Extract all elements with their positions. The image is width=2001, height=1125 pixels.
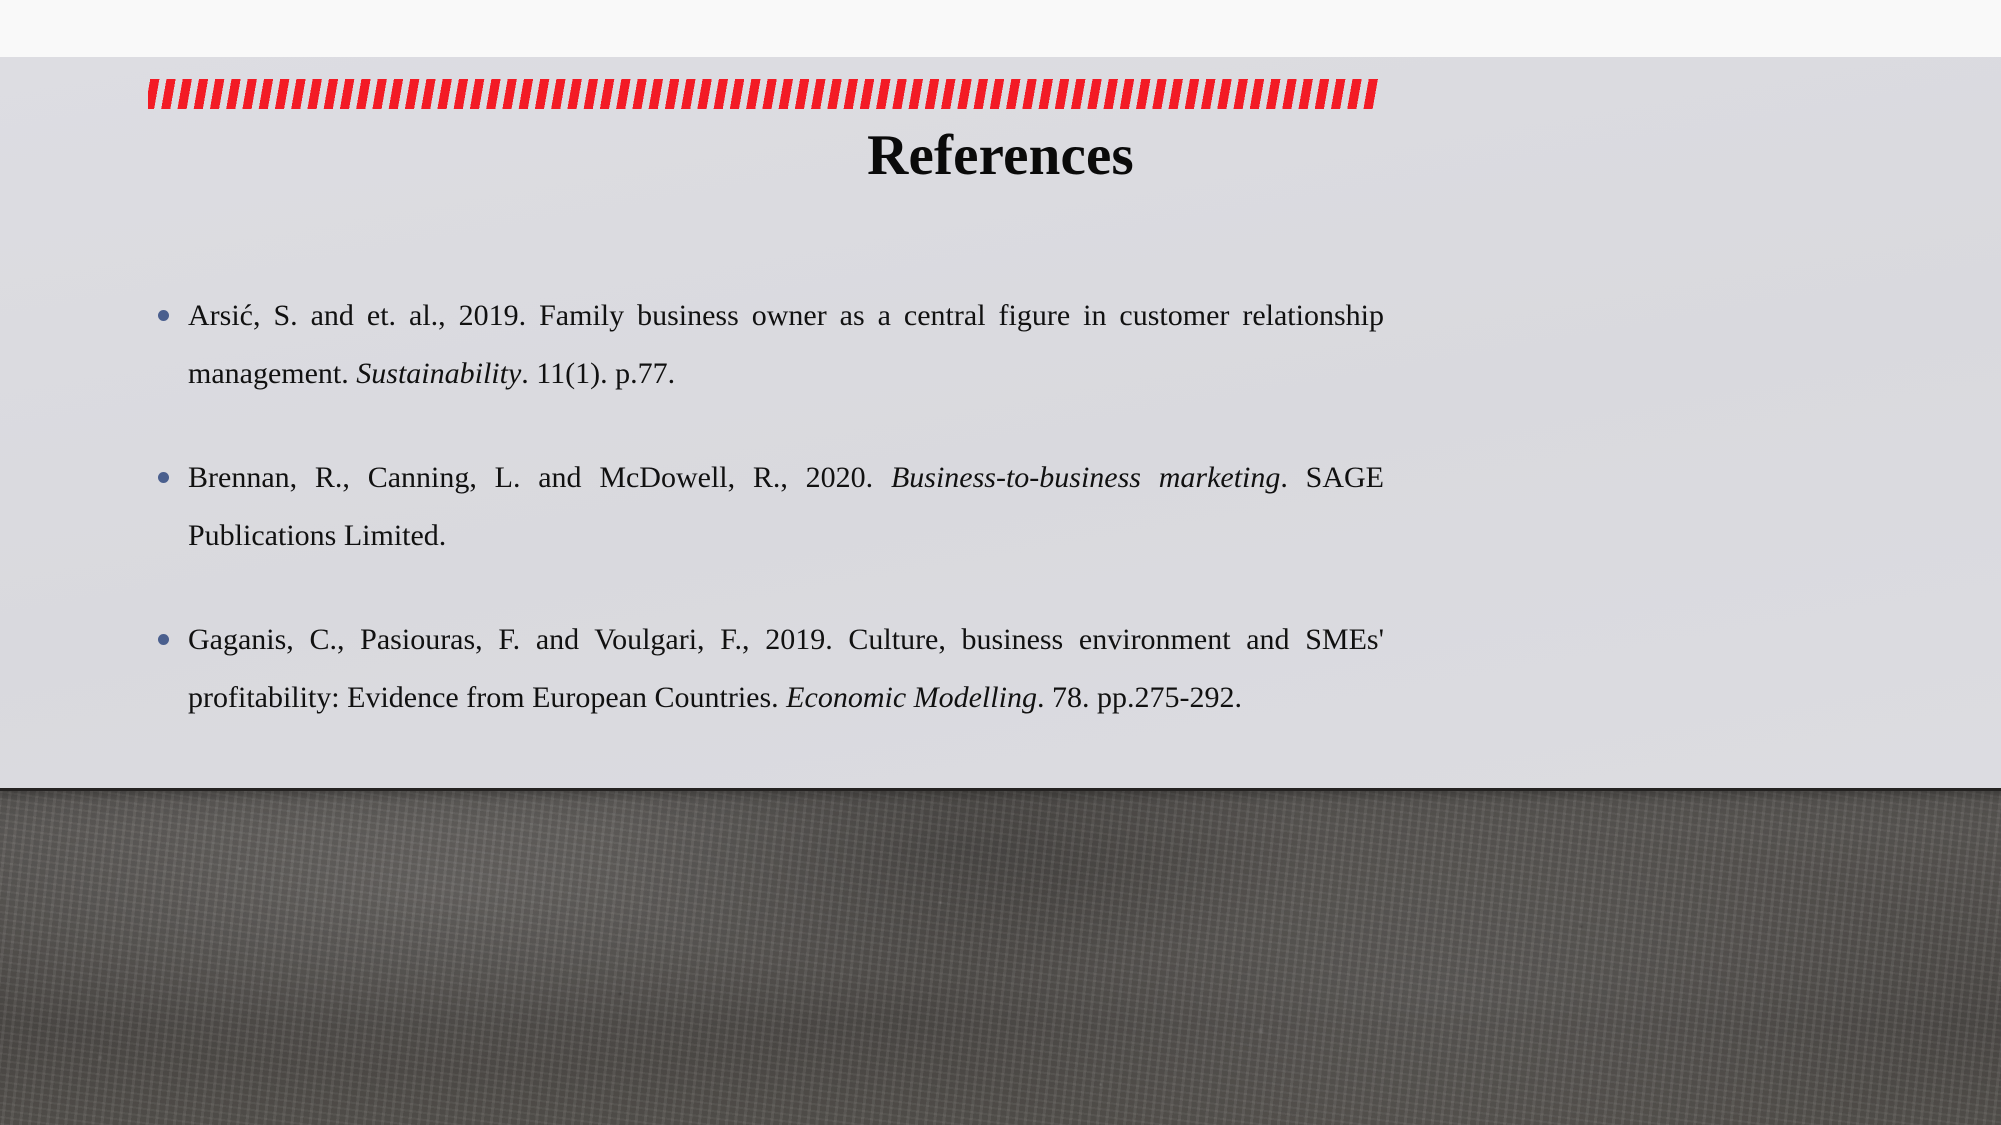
list-item: Arsić, S. and et. al., 2019. Family busi… (148, 287, 1384, 403)
footer-speckle-texture (0, 788, 2001, 1125)
references-list: Arsić, S. and et. al., 2019. Family busi… (148, 287, 1384, 727)
reference-text: Brennan, R., Canning, L. and McDowell, R… (188, 461, 1384, 552)
red-stripe-pattern (148, 79, 1380, 109)
list-item: Gaganis, C., Pasiouras, F. and Voulgari,… (148, 611, 1384, 727)
top-white-band (0, 0, 2001, 57)
reference-text: Gaganis, C., Pasiouras, F. and Voulgari,… (188, 623, 1384, 714)
list-item: Brennan, R., Canning, L. and McDowell, R… (148, 449, 1384, 565)
footer-texture-band (0, 788, 2001, 1125)
slide-screen: References Arsić, S. and et. al., 2019. … (0, 0, 2001, 1125)
slide-body: References Arsić, S. and et. al., 2019. … (0, 57, 2001, 788)
page-title: References (867, 124, 1134, 187)
bullet-icon (158, 634, 169, 645)
bullet-icon (158, 310, 169, 321)
bullet-icon (158, 472, 169, 483)
reference-text: Arsić, S. and et. al., 2019. Family busi… (188, 299, 1384, 390)
red-stripe-divider (148, 79, 1380, 109)
